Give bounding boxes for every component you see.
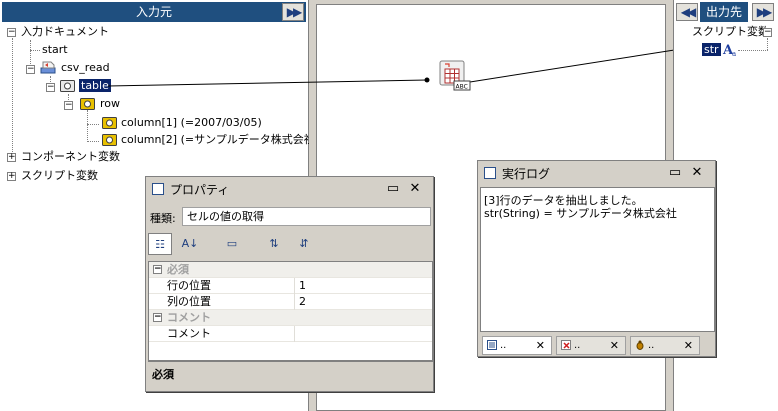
tree-line (87, 110, 88, 142)
log-window-icon (484, 167, 496, 179)
row-icon (80, 98, 95, 110)
collapse-toggle[interactable]: − (153, 313, 162, 322)
tree-node-input-document[interactable]: 入力ドキュメント (21, 24, 109, 40)
kind-label: 種類: (150, 212, 176, 225)
log-title: 実行ログ (502, 167, 551, 181)
collapse-toggle[interactable]: − (26, 65, 35, 74)
cell-value-function-icon[interactable]: ABC (439, 60, 473, 94)
tab-label: .. (648, 340, 655, 351)
tree-line (87, 124, 99, 125)
tree-node-column2[interactable]: column[2] (=サンプルデータ株式会社) (121, 132, 319, 148)
property-row[interactable]: 列の位置 2 (149, 294, 432, 310)
properties-window: プロパティ ▭ ✕ 種類: セルの値の取得 ☷ A↓ ▭ ⇅ ⇵ − 必須 行の… (145, 176, 434, 392)
property-key: コメント (167, 326, 295, 342)
output-var-label: str (702, 43, 721, 56)
property-row[interactable]: 行の位置 1 (149, 278, 432, 294)
property-description: 必須 (148, 361, 433, 389)
move-up-icon[interactable]: ⇅ (262, 233, 286, 255)
tree-node-component-vars[interactable]: コンポーネント変数 (21, 149, 120, 165)
tree-node-table-label: table (79, 79, 111, 92)
restore-icon[interactable]: ▭ (385, 181, 401, 196)
tree-line (767, 38, 768, 50)
collapse-toggle[interactable]: − (153, 265, 162, 274)
log-line: [3]行のデータを抽出しました。 (484, 194, 643, 207)
error-icon (561, 340, 571, 350)
prev-button[interactable]: ◀◀ (676, 3, 698, 21)
restore-icon[interactable]: ▭ (667, 165, 683, 180)
log-tabs: .. ✕ .. ✕ .. ✕ (480, 335, 715, 356)
svg-text:a: a (732, 50, 736, 57)
properties-title: プロパティ (170, 183, 230, 197)
log-line: str(String) = サンプルデータ株式会社 (484, 207, 677, 220)
next-button[interactable]: ▶▶ (282, 3, 304, 21)
close-icon[interactable]: ✕ (407, 181, 423, 196)
tree-node-script-vars[interactable]: スクリプト変数 (692, 24, 769, 40)
properties-window-icon (152, 183, 164, 195)
category-label: コメント (167, 311, 211, 324)
tab-log[interactable]: .. ✕ (482, 336, 552, 355)
log-output: [3]行のデータを抽出しました。 str(String) = サンプルデータ株式… (480, 187, 715, 332)
tab-label: .. (574, 340, 581, 351)
input-panel-title: 入力元 (135, 5, 172, 19)
input-panel-header: 入力元 (2, 2, 306, 22)
tab-debug[interactable]: .. ✕ (630, 336, 700, 355)
property-key: 行の位置 (167, 278, 295, 294)
string-type-icon: A a (722, 43, 736, 57)
tab-label: .. (500, 340, 507, 351)
column-icon (102, 117, 117, 129)
property-row[interactable]: コメント (149, 326, 432, 342)
column-icon (102, 134, 117, 146)
output-panel-title: 出力先 (705, 5, 742, 19)
tree-node-csv-read[interactable]: csv_read (61, 60, 110, 76)
expand-toggle[interactable]: + (7, 153, 16, 162)
expand-toggle[interactable]: + (7, 172, 16, 181)
tree-node-column1[interactable]: column[1] (=2007/03/05) (121, 115, 262, 131)
move-down-icon[interactable]: ⇵ (292, 233, 316, 255)
output-var-str[interactable]: str (702, 42, 721, 58)
csv-component-icon (40, 61, 56, 74)
close-icon[interactable]: ✕ (536, 337, 545, 354)
close-icon[interactable]: ✕ (610, 337, 619, 354)
tree-line (738, 50, 768, 51)
close-icon[interactable]: ✕ (684, 337, 693, 354)
collapse-toggle[interactable]: − (763, 28, 772, 37)
collapse-toggle[interactable]: − (7, 28, 16, 37)
property-grid: − 必須 行の位置 1 列の位置 2 − コメント コメント (148, 261, 433, 361)
kind-field[interactable]: セルの値の取得 (182, 207, 431, 226)
categorized-view-icon[interactable]: ☷ (148, 233, 172, 255)
tree-node-start[interactable]: start (42, 42, 68, 58)
tab-errors[interactable]: .. ✕ (556, 336, 626, 355)
category-required[interactable]: − 必須 (149, 262, 432, 278)
collapse-toggle[interactable]: − (46, 83, 55, 92)
next-button[interactable]: ▶▶ (752, 3, 774, 21)
category-label: 必須 (167, 263, 189, 276)
log-window: 実行ログ ▭ ✕ [3]行のデータを抽出しました。 str(String) = … (477, 160, 716, 357)
property-value[interactable]: 2 (299, 294, 306, 310)
property-pages-icon[interactable]: ▭ (220, 233, 244, 255)
debug-icon (636, 340, 644, 350)
category-comment[interactable]: − コメント (149, 310, 432, 326)
close-icon[interactable]: ✕ (689, 165, 705, 180)
table-icon (60, 80, 75, 92)
properties-titlebar[interactable]: プロパティ ▭ ✕ (146, 177, 433, 201)
tree-node-script-vars[interactable]: スクリプト変数 (21, 168, 98, 184)
property-value[interactable]: 1 (299, 278, 306, 294)
collapse-toggle[interactable]: − (64, 101, 73, 110)
tree-node-table[interactable]: table (79, 78, 111, 94)
sort-alpha-icon[interactable]: A↓ (178, 233, 202, 255)
tree-node-row[interactable]: row (100, 96, 120, 112)
log-icon (487, 340, 497, 350)
log-titlebar[interactable]: 実行ログ ▭ ✕ (478, 161, 715, 185)
tree-line (87, 141, 99, 142)
tree-line (30, 50, 40, 51)
svg-text:ABC: ABC (456, 84, 468, 91)
tree-line (12, 38, 13, 162)
output-panel-header: 出力先 (700, 2, 748, 22)
property-key: 列の位置 (167, 294, 295, 310)
